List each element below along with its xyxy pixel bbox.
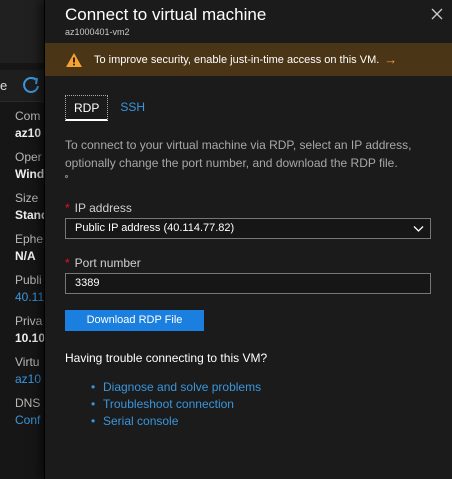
- info-dot-icon: [65, 175, 68, 178]
- blade-subtitle: az1000401-vm2: [65, 27, 130, 37]
- diagnose-link[interactable]: Diagnose and solve problems: [103, 380, 261, 394]
- security-warning-banner[interactable]: To improve security, enable just-in-time…: [45, 43, 452, 76]
- property-value: N/A: [15, 249, 36, 263]
- property-label: Virtu: [15, 355, 40, 369]
- protocol-tabs: RDP SSH: [65, 95, 153, 121]
- arrow-right-icon[interactable]: →: [384, 52, 397, 67]
- property-value: 10.10: [15, 331, 45, 345]
- property-label: Priva: [15, 314, 43, 328]
- property-label: Ephe: [15, 232, 44, 246]
- property-item: Com az10: [15, 108, 45, 149]
- refresh-icon[interactable]: [20, 74, 42, 96]
- property-label: Size: [15, 191, 39, 205]
- required-marker: *: [65, 201, 70, 215]
- property-item: Publi 40.11: [15, 272, 45, 313]
- property-link[interactable]: 40.11: [15, 289, 45, 306]
- warning-text: To improve security, enable just-in-time…: [94, 53, 380, 66]
- ip-address-select[interactable]: Public IP address (40.114.77.82): [65, 218, 431, 239]
- background-properties: Com az10 Oper Wind Size Stand Ephe N/A Publi…: [15, 108, 45, 436]
- tab-ssh[interactable]: SSH: [112, 95, 153, 121]
- required-marker: *: [65, 256, 70, 270]
- rdp-description: To connect to your virtual machine via R…: [65, 138, 412, 170]
- download-rdp-file-button[interactable]: Download RDP File: [65, 310, 204, 331]
- property-value: Stand: [15, 208, 45, 222]
- property-item: Oper Wind: [15, 149, 45, 190]
- property-item: DNS Conf: [15, 395, 45, 436]
- port-number-label: * Port number: [65, 256, 141, 270]
- connect-blade: Connect to virtual machine az1000401-vm2…: [44, 0, 452, 479]
- list-item: Troubleshoot connection: [91, 396, 261, 413]
- ip-address-label-text: IP address: [74, 201, 132, 215]
- property-item: Priva 10.10: [15, 313, 45, 354]
- ip-address-value: Public IP address (40.114.77.82): [75, 222, 235, 234]
- troubleshooting-links: Diagnose and solve problems Troubleshoot…: [91, 379, 261, 430]
- troubleshooting-heading: Having trouble connecting to this VM?: [65, 351, 268, 365]
- ip-address-label: * IP address: [65, 201, 132, 215]
- tab-rdp[interactable]: RDP: [65, 95, 109, 121]
- property-label: Oper: [15, 150, 42, 164]
- property-label: Com: [15, 109, 41, 123]
- port-number-input[interactable]: 3389: [65, 273, 431, 294]
- background-toolbar: e: [0, 70, 44, 102]
- troubleshoot-connection-link[interactable]: Troubleshoot connection: [103, 397, 234, 411]
- background-page: e Com az10 Oper Wind Size Stand Ephe N/A Pub…: [0, 0, 45, 479]
- property-item: Ephe N/A: [15, 231, 45, 272]
- property-link[interactable]: Conf: [15, 412, 45, 429]
- list-item: Serial console: [91, 413, 261, 430]
- warning-icon: [66, 52, 82, 67]
- property-value: Wind: [15, 167, 45, 181]
- property-item: Size Stand: [15, 190, 45, 231]
- property-label: DNS: [15, 396, 41, 410]
- serial-console-link[interactable]: Serial console: [103, 414, 178, 428]
- property-link[interactable]: az10: [15, 371, 45, 388]
- background-header: [0, 0, 44, 63]
- list-item: Diagnose and solve problems: [91, 379, 261, 396]
- close-icon[interactable]: [430, 7, 444, 21]
- property-item: Virtu az10: [15, 354, 45, 395]
- property-value: az10: [15, 126, 42, 140]
- chevron-down-icon: [413, 226, 424, 232]
- port-number-label-text: Port number: [74, 256, 141, 270]
- blade-title: Connect to virtual machine: [65, 5, 267, 24]
- toolbar-text: e: [0, 78, 8, 93]
- property-label: Publi: [15, 273, 42, 287]
